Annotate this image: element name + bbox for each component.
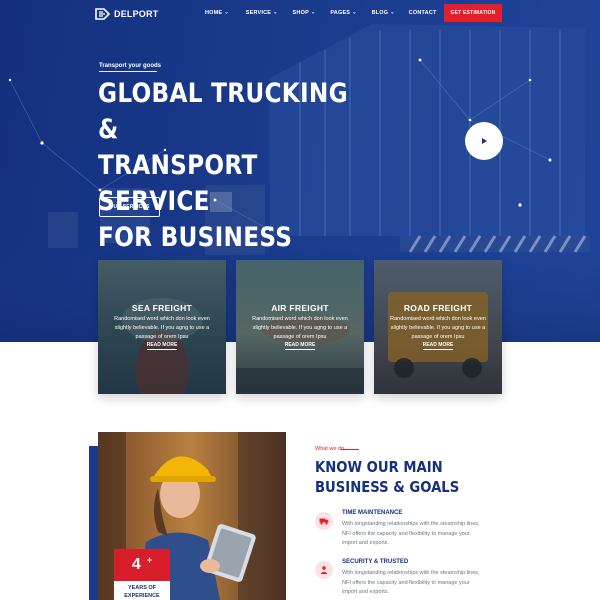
kicker-line [341,449,359,450]
read-more-label: READ MORE [284,342,316,350]
chevron-down-icon: ⌄ [390,9,395,16]
chevron-down-icon: ⌄ [352,9,357,16]
users-icon [320,566,328,574]
kicker-underline [99,71,157,72]
logo-icon [95,8,111,20]
experience-plus: + [146,555,153,565]
hero-title-line: FOR BUSINESS [98,222,293,253]
read-more-label: READ MORE [422,342,454,350]
feature-title: TIME MAINTENANCE [342,510,403,516]
read-more-link[interactable]: READ MORE [374,342,502,350]
experience-label-line: EXPERIENCE [124,593,160,599]
nav-label: CONTACT [408,10,437,16]
chevron-down-icon: ⌄ [273,9,278,16]
feature-description-line: With longstanding relationships with the… [342,570,480,576]
nav-item-home[interactable]: HOME ⌄ [205,9,229,17]
card-title: ROAD FREIGHT [403,303,473,313]
hero-title-line: GLOBAL TRUCKING & [98,78,348,145]
feature-title: SECURITY & TRUSTED [342,559,409,565]
chevron-down-icon: ⌄ [310,9,316,16]
about-kicker: What we do [315,446,345,452]
about-title-line: BUSINESS & GOALS [315,478,460,496]
nav-item-blog[interactable]: BLOG ⌄ [371,9,395,17]
nav-label: SERVICE [245,10,272,16]
feature-description: With longstanding relationships with the… [342,520,492,549]
feature-description-line: import and exports. [342,589,390,595]
experience-number-box: 4 + [114,549,170,581]
logo-text: DELPORT [114,9,159,19]
nav-label: PAGES [330,10,351,16]
nav-label: HOME [205,10,223,16]
nav-item-shop[interactable]: SHOP ⌄ [292,9,316,17]
experience-label: YEARS OF EXPERIENCE [114,584,170,600]
feature-description-line: NFI offers the capacity and flexibility … [342,579,470,586]
feature-description: With longstanding relationships with the… [342,569,492,598]
experience-label-line: YEARS OF [127,585,157,591]
read-more-link[interactable]: READ MORE [98,342,226,350]
nav-item-pages[interactable]: PAGES ⌄ [330,9,357,17]
nav-item-contact[interactable]: CONTACT [409,10,437,16]
experience-badge: 4 + YEARS OF EXPERIENCE [114,549,170,600]
card-title: AIR FREIGHT [271,303,329,313]
nav-label: BLOG [371,10,389,16]
service-card-sea[interactable]: SEA FREIGHT Randomised word which don lo… [98,260,226,394]
about-title-line: KNOW OUR MAIN [315,458,443,476]
feature-description-line: import and exports. [342,540,390,546]
main-nav: HOME ⌄ SERVICE ⌄ SHOP ⌄ PAGES ⌄ BLOG ⌄ C… [205,9,437,17]
chevron-down-icon: ⌄ [224,9,229,16]
feature-icon-circle [315,561,333,579]
service-card-road[interactable]: ROAD FREIGHT Randomised word which don l… [374,260,502,394]
read-more-link[interactable]: READ MORE [236,342,364,350]
feature-description-line: With longstanding relationships with the… [342,521,480,527]
read-more-label: READ MORE [146,342,178,350]
card-description: Randomised word which don look even slig… [114,316,210,340]
hero-title: GLOBAL TRUCKING & TRANSPORT SERVICE FOR … [98,76,356,256]
nav-label: SHOP [292,10,309,16]
feature-description-line: NFI offers the capacity and flexibility … [342,530,470,537]
card-description: Randomised word which don look even slig… [390,316,486,340]
get-estimation-button[interactable]: GET ESTIMATION [444,4,502,22]
nav-item-service[interactable]: SERVICE ⌄ [245,9,278,17]
feature-icon-circle [315,512,333,530]
card-description: Randomised word which don look even slig… [252,316,348,340]
our-services-button[interactable]: OUR SERVICES [99,197,160,217]
truck-icon [319,518,329,525]
experience-number: 4 [131,556,141,573]
card-title: SEA FREIGHT [131,303,193,313]
logo[interactable]: DELPORT [95,6,158,22]
about-title: KNOW OUR MAIN BUSINESS & GOALS [315,457,491,497]
play-icon [482,138,487,144]
hero-kicker: Transport your goods [99,63,162,69]
service-card-air[interactable]: AIR FREIGHT Randomised word which don lo… [236,260,364,394]
play-video-button[interactable] [465,122,503,160]
